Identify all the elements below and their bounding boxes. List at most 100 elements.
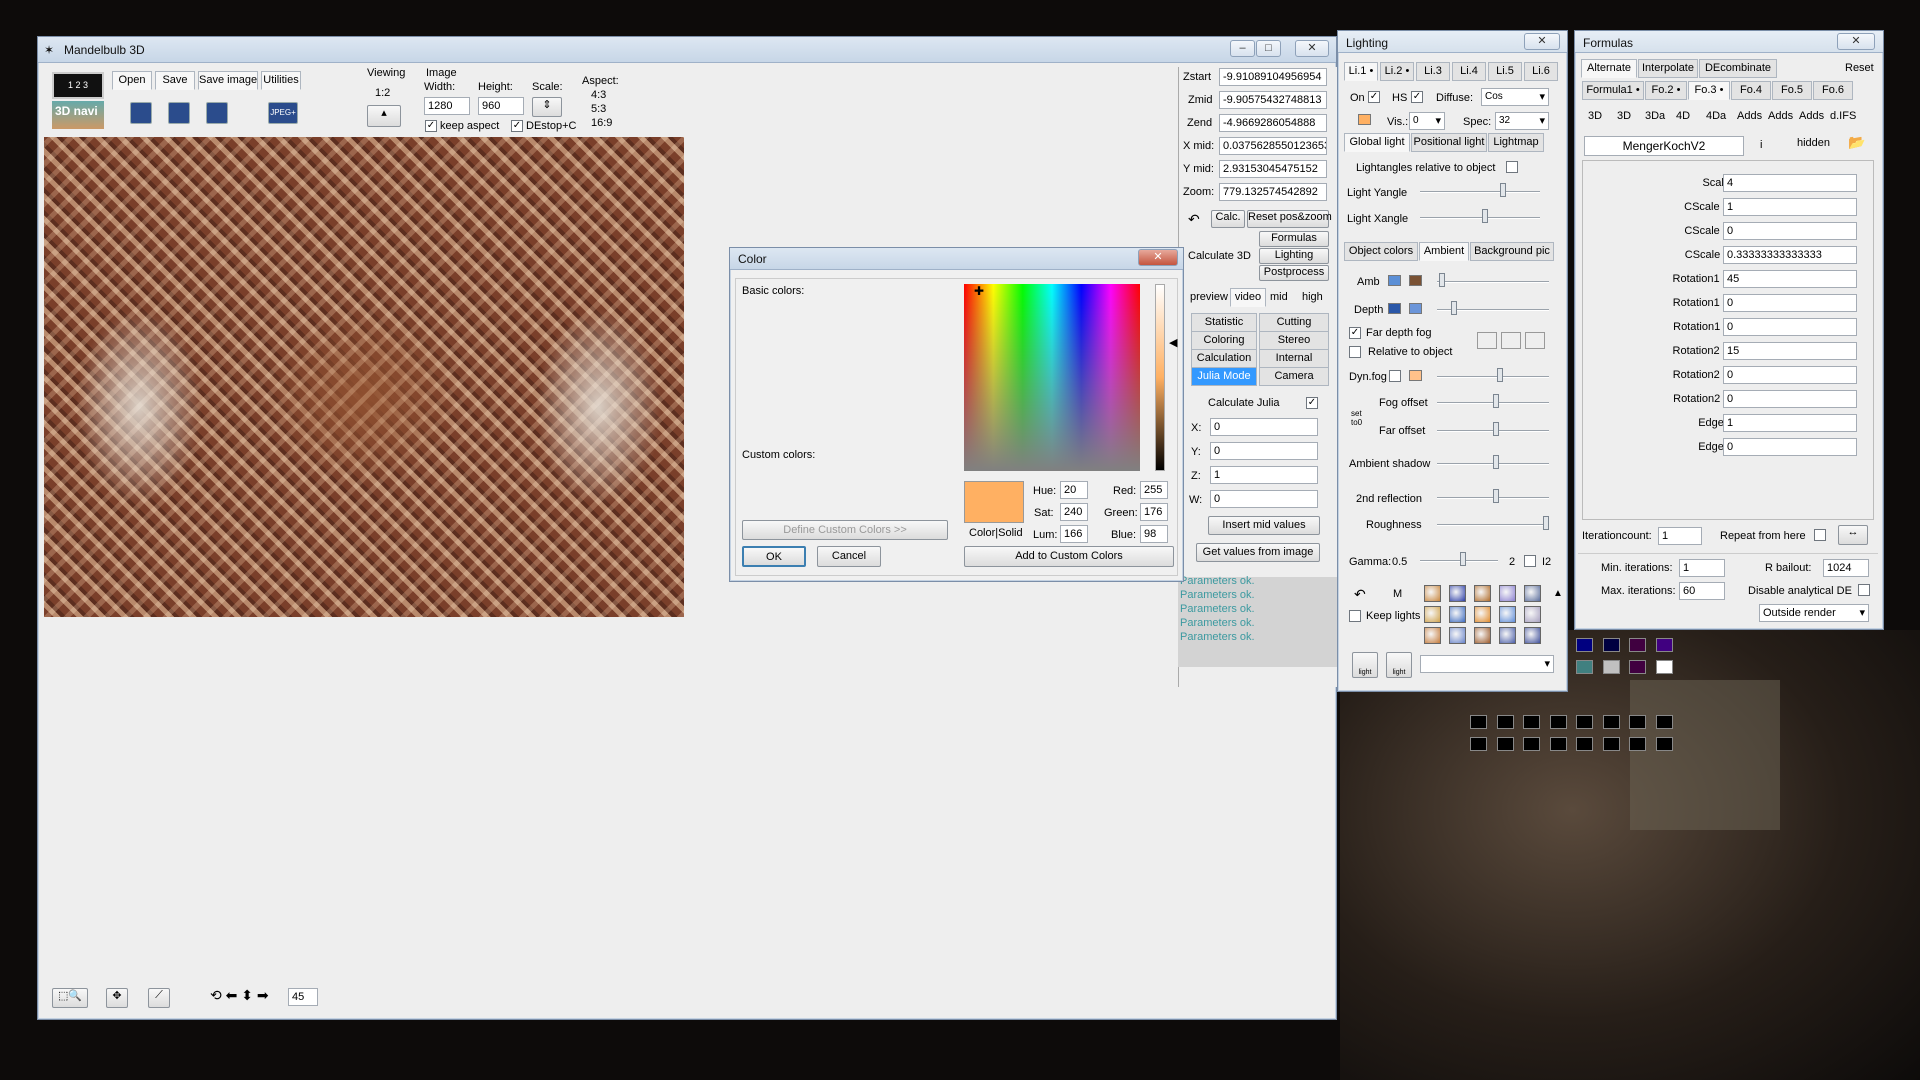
measure-icon[interactable]: ⟋ (148, 988, 170, 1008)
formula-type-tab[interactable]: 3D (1617, 110, 1631, 122)
tab-decombinate[interactable]: DEcombinate (1699, 59, 1777, 78)
formula-param-input[interactable]: 0 (1723, 294, 1857, 312)
zend-input[interactable]: -4.9669286054888 (1219, 114, 1327, 132)
max-iterations-input[interactable]: 60 (1679, 582, 1725, 600)
info-button[interactable]: i (1760, 139, 1762, 151)
ymid-input[interactable]: 2.93153045475152 (1219, 160, 1327, 178)
fog-shape-icon[interactable] (1501, 332, 1521, 349)
quality-high[interactable]: high (1302, 291, 1323, 303)
custom-color-swatch[interactable] (1655, 715, 1673, 729)
light-preset-thumb[interactable] (1424, 627, 1441, 644)
3d-navi-button[interactable]: 3D navi (52, 101, 104, 129)
keep-lights-checkbox[interactable] (1349, 610, 1361, 622)
basic-color-swatch[interactable] (1629, 638, 1646, 652)
formula-tab[interactable]: Fo.6 (1813, 81, 1853, 100)
tab-stereo[interactable]: Stereo (1259, 331, 1329, 350)
tab-coloring[interactable]: Coloring (1191, 331, 1257, 350)
reset-button[interactable]: Reset (1845, 62, 1874, 74)
get-values-button[interactable]: Get values from image (1196, 543, 1320, 562)
light-preset-thumb[interactable] (1524, 606, 1541, 623)
formula-tab[interactable]: Fo.3 • (1688, 81, 1730, 100)
destop-checkbox[interactable]: ✓ (511, 120, 523, 132)
formula-param-input[interactable]: 0 (1723, 366, 1857, 384)
light-preset-thumb[interactable] (1449, 627, 1466, 644)
amb-color-swatch[interactable] (1409, 275, 1422, 286)
width-input[interactable]: 1280 (424, 97, 470, 115)
hs-checkbox[interactable]: ✓ (1411, 91, 1423, 103)
color-spectrum[interactable] (964, 284, 1140, 471)
light-preset-thumb[interactable] (1474, 627, 1491, 644)
green-input[interactable]: 176 (1140, 503, 1168, 521)
amb-slider[interactable] (1437, 273, 1549, 287)
luminance-bar[interactable] (1155, 284, 1165, 471)
depth-slider[interactable] (1437, 301, 1549, 315)
formula-param-input[interactable]: 0.33333333333333 (1723, 246, 1857, 264)
tab-interpolate[interactable]: Interpolate (1638, 59, 1698, 78)
close-button[interactable]: ✕ (1138, 249, 1178, 266)
custom-color-swatch[interactable] (1629, 737, 1646, 751)
formula-tab[interactable]: Formula1 • (1582, 81, 1644, 100)
light-tab[interactable]: Li.2 • (1380, 62, 1414, 81)
aspect-5-3[interactable]: 5:3 (591, 103, 606, 115)
light-preset-thumb[interactable] (1424, 585, 1441, 602)
far-depth-fog-checkbox[interactable]: ✓ (1349, 327, 1361, 339)
light-tab[interactable]: Li.4 (1452, 62, 1486, 81)
i2-checkbox[interactable] (1524, 555, 1536, 567)
formula-type-tab[interactable]: 4D (1676, 110, 1690, 122)
lum-input[interactable]: 166 (1060, 525, 1088, 543)
tab-calculation[interactable]: Calculation (1191, 349, 1257, 368)
hue-input[interactable]: 20 (1060, 481, 1088, 499)
formula-param-input[interactable]: 1 (1723, 198, 1857, 216)
light-preset-thumb[interactable] (1474, 606, 1491, 623)
aspect-4-3[interactable]: 4:3 (591, 89, 606, 101)
tab-ambient[interactable]: Ambient (1419, 242, 1469, 261)
spec-select[interactable]: 32 (1495, 112, 1549, 130)
julia-y-input[interactable]: 0 (1210, 442, 1318, 460)
select-zoom-icon[interactable]: ⬚🔍 (52, 988, 88, 1008)
basic-color-swatch[interactable] (1655, 660, 1673, 674)
menu-utilities[interactable]: Utilities (261, 71, 301, 90)
custom-color-swatch[interactable] (1523, 737, 1540, 751)
julia-x-input[interactable]: 0 (1210, 418, 1318, 436)
gamma-slider[interactable] (1420, 552, 1498, 566)
formulas-button[interactable]: Formulas (1259, 231, 1329, 247)
maximize-button[interactable]: □ (1256, 40, 1281, 57)
julia-w-input[interactable]: 0 (1210, 490, 1318, 508)
light-preset-select[interactable] (1420, 655, 1554, 673)
light-tab[interactable]: Li.3 (1416, 62, 1450, 81)
custom-color-swatch[interactable] (1576, 715, 1593, 729)
tab-statistic[interactable]: Statistic (1191, 313, 1257, 332)
close-button[interactable]: ✕ (1295, 40, 1329, 57)
custom-color-swatch[interactable] (1470, 737, 1487, 751)
close-button[interactable]: ✕ (1524, 33, 1560, 50)
light-preset-thumb[interactable] (1524, 585, 1541, 602)
formula-param-input[interactable]: 0 (1723, 222, 1857, 240)
light-xangle-slider[interactable] (1420, 209, 1540, 223)
zoom-input[interactable]: 779.132574542892 (1219, 183, 1327, 201)
custom-color-swatch[interactable] (1655, 737, 1673, 751)
tab-lightmap[interactable]: Lightmap (1488, 133, 1544, 152)
formula-param-input[interactable]: 4 (1723, 174, 1857, 192)
menu-open[interactable]: Open (112, 71, 152, 90)
minimize-button[interactable]: – (1230, 40, 1255, 57)
blue-input[interactable]: 98 (1140, 525, 1168, 543)
calc-button[interactable]: Calc. (1211, 210, 1245, 228)
basic-color-swatch[interactable] (1629, 660, 1646, 674)
keep-aspect-checkbox[interactable]: ✓ (425, 120, 437, 132)
tab-object-colors[interactable]: Object colors (1344, 242, 1418, 261)
repeat-from-here-checkbox[interactable] (1814, 529, 1826, 541)
custom-color-swatch[interactable] (1549, 737, 1567, 751)
light-preset-thumb[interactable] (1424, 606, 1441, 623)
dynfog-slider[interactable] (1437, 368, 1549, 382)
define-custom-colors-button[interactable]: Define Custom Colors >> (742, 520, 948, 540)
light-tab[interactable]: Li.6 (1524, 62, 1558, 81)
aspect-16-9[interactable]: 16:9 (591, 117, 612, 129)
tab-positional-light[interactable]: Positional light (1411, 133, 1487, 152)
tab-julia-mode[interactable]: Julia Mode (1191, 367, 1257, 386)
formula-action-icon[interactable]: ↔ (1838, 525, 1868, 545)
insert-mid-values-button[interactable]: Insert mid values (1208, 516, 1320, 535)
basic-color-swatch[interactable] (1576, 660, 1593, 674)
open-light-folder-icon[interactable]: light (1352, 652, 1378, 678)
red-input[interactable]: 255 (1140, 481, 1168, 499)
light-preset-thumb[interactable] (1474, 585, 1491, 602)
